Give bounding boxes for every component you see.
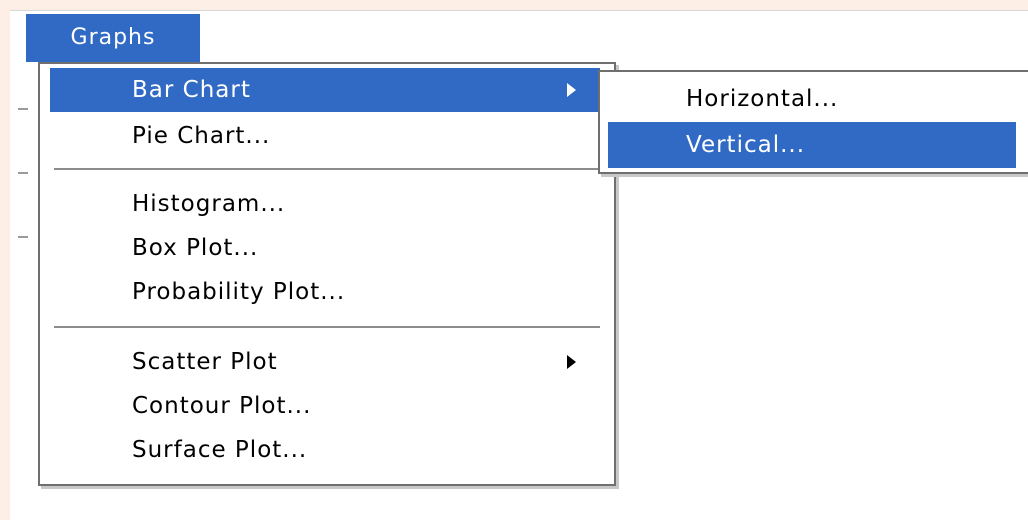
menu-item-surface-plot[interactable]: Surface Plot... [50,428,600,472]
background-tick [18,236,28,238]
menu-separator [54,168,600,170]
menu-item-bar-chart[interactable]: Bar Chart [50,68,600,112]
menu-item-box-plot[interactable]: Box Plot... [50,226,600,270]
menu-item-label: Contour Plot... [132,393,312,419]
menu-item-label: Surface Plot... [132,437,308,463]
submenu-arrow-icon [567,355,576,369]
bar-chart-submenu: Horizontal... Vertical... [598,70,1028,174]
menu-graphs-label: Graphs [70,25,156,50]
menu-separator [54,326,600,328]
menu-item-label: Bar Chart [132,77,251,103]
submenu-item-label: Horizontal... [686,86,839,112]
background-tick [18,172,28,174]
application-window: Graphs Bar Chart Pie Chart... Histogram.… [10,10,1028,520]
submenu-arrow-icon [567,83,576,97]
menu-item-scatter-plot[interactable]: Scatter Plot [50,340,600,384]
menu-item-label: Box Plot... [132,235,259,261]
menu-item-pie-chart[interactable]: Pie Chart... [50,114,600,158]
menu-item-contour-plot[interactable]: Contour Plot... [50,384,600,428]
submenu-item-label: Vertical... [686,132,806,158]
menu-item-label: Pie Chart... [132,123,271,149]
menu-graphs[interactable]: Graphs [26,14,200,62]
graphs-dropdown-menu: Bar Chart Pie Chart... Histogram... Box … [38,62,616,486]
menu-item-histogram[interactable]: Histogram... [50,182,600,226]
menu-item-label: Histogram... [132,191,286,217]
menu-item-label: Scatter Plot [132,349,278,375]
menu-item-probability-plot[interactable]: Probability Plot... [50,270,600,314]
submenu-item-horizontal[interactable]: Horizontal... [608,76,1016,122]
window-top-border [10,10,1028,11]
submenu-item-vertical[interactable]: Vertical... [608,122,1016,168]
menu-item-label: Probability Plot... [132,279,346,305]
background-tick [18,108,28,110]
